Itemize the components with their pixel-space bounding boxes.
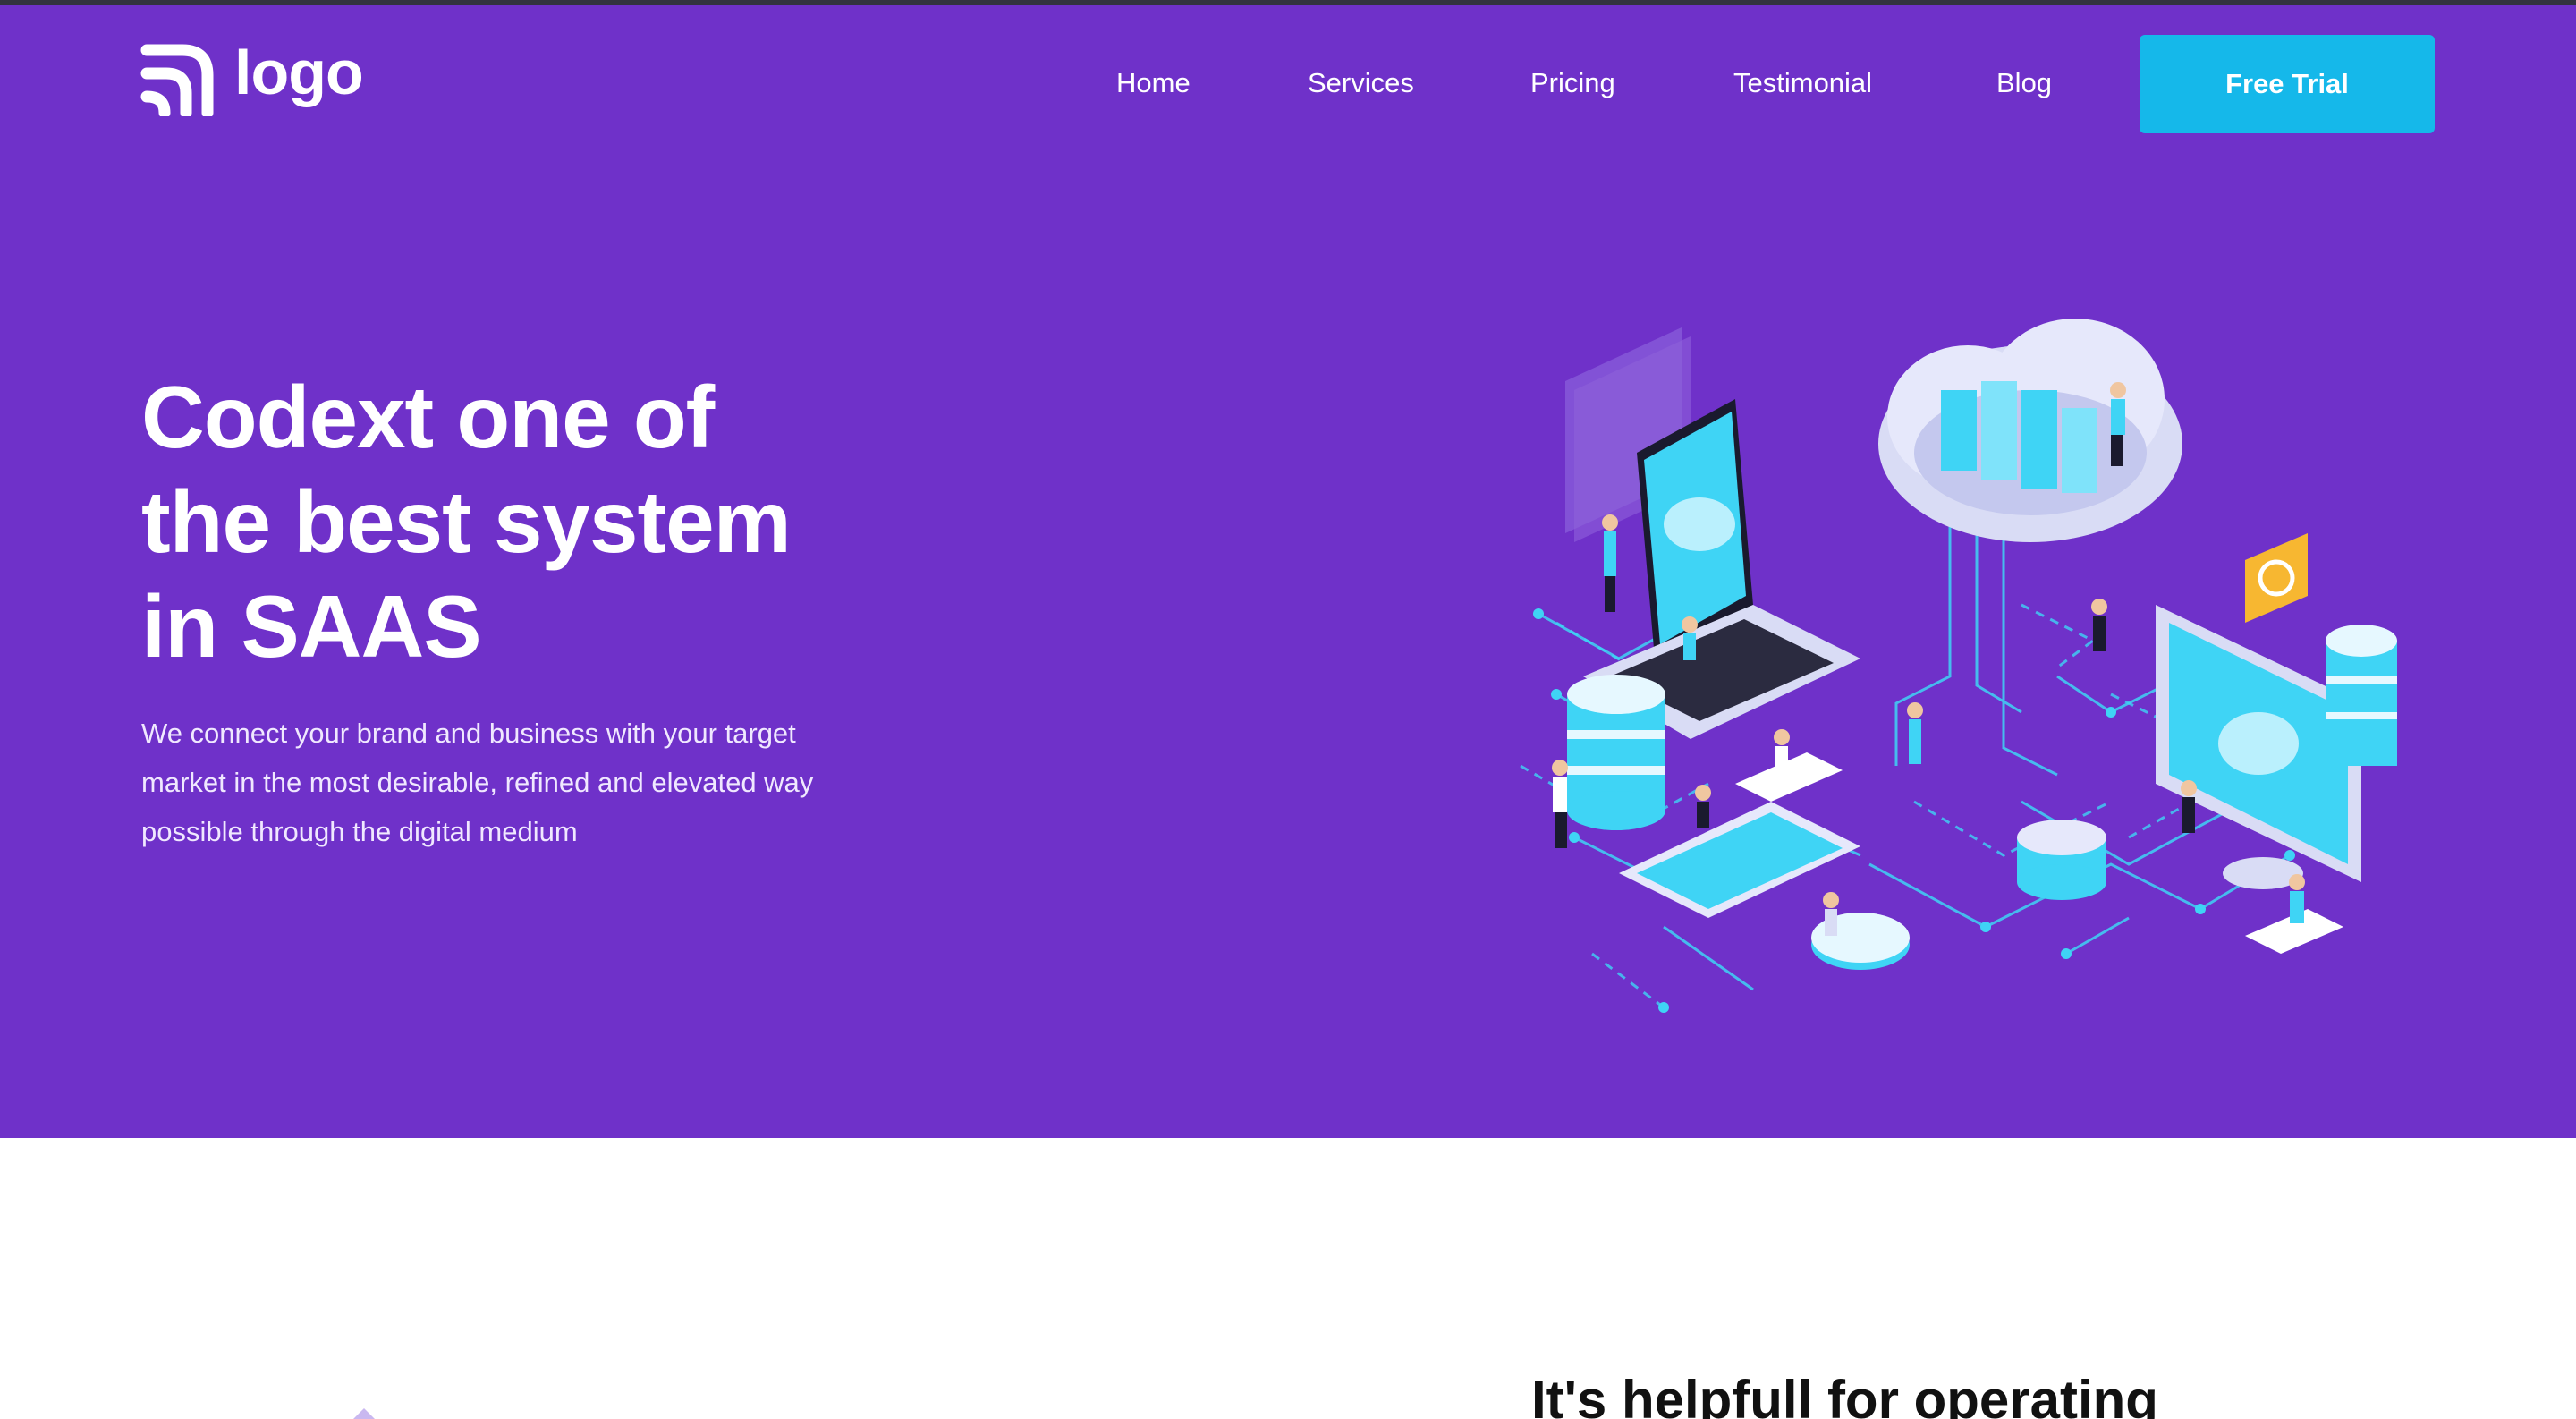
database-icon [2017, 820, 2106, 900]
hero-title-line: Codext one of [141, 368, 715, 466]
hero-section: logo Home Services Pricing Testimonial B… [0, 5, 2576, 1138]
cloud-network-illustration [1520, 319, 2397, 1013]
hero-title: Codext one of the best system in SAAS [141, 365, 875, 679]
nav-blog[interactable]: Blog [1996, 34, 2052, 132]
database-icon [1567, 675, 1665, 830]
hero-title-line: in SAAS [141, 577, 482, 676]
database-icon [2326, 625, 2397, 766]
hero-subtitle-line: possible through the digital medium [141, 816, 578, 847]
section-heading: It's helpfull for operating [1531, 1370, 2158, 1419]
hero-subtitle-line: We connect your brand and business with … [141, 718, 796, 749]
decorative-shape-icon [353, 1408, 375, 1419]
nav-pricing[interactable]: Pricing [1530, 34, 1615, 132]
hero-subtitle: We connect your brand and business with … [141, 709, 839, 856]
nav-home[interactable]: Home [1116, 34, 1191, 132]
nav-services[interactable]: Services [1308, 34, 1414, 132]
hero-title-line: the best system [141, 472, 792, 571]
folder-icon [2245, 533, 2308, 623]
hero-subtitle-line: market in the most desirable, refined an… [141, 767, 814, 798]
nav-testimonial[interactable]: Testimonial [1733, 34, 1872, 132]
free-trial-button[interactable]: Free Trial [2140, 35, 2435, 133]
